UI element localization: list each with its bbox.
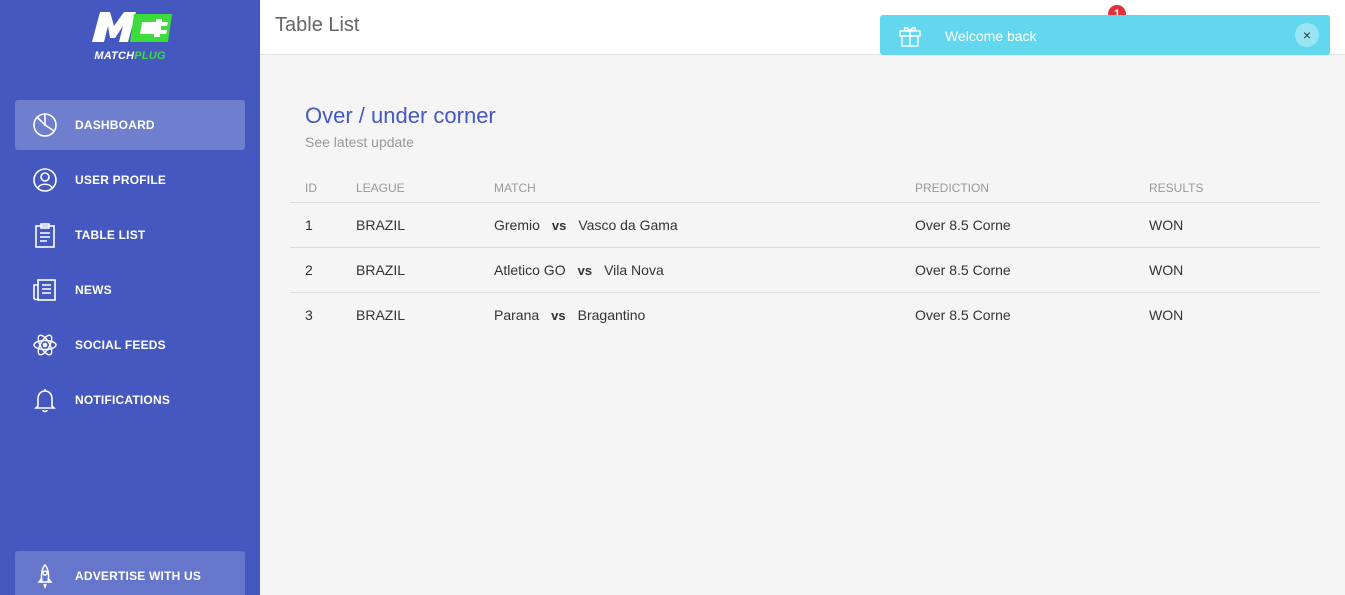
sidebar: MATCHPLUG DASHBOARD USER PROFILE TABLE L…: [0, 0, 260, 595]
away-team: Bragantino: [577, 306, 646, 323]
logo-mark-icon: [92, 12, 172, 42]
bell-icon: [31, 386, 59, 414]
sidebar-item-label: NOTIFICATIONS: [75, 393, 171, 407]
vs-label: vs: [551, 217, 567, 233]
cell-id: 2: [290, 247, 356, 293]
cell-result: WON: [1149, 247, 1320, 293]
toast-message: Welcome back: [945, 28, 1037, 44]
column-header-match: MATCH: [494, 175, 915, 203]
away-team: Vila Nova: [604, 261, 664, 278]
page-title: Table List: [275, 14, 360, 36]
cell-id: 1: [290, 202, 356, 248]
home-team: Atletico GO: [494, 261, 566, 278]
table-row: 3 BRAZIL Parana vs Bragantino Over 8.5 Cor…: [290, 292, 1320, 337]
card-title: Over / under corner: [305, 103, 496, 128]
cell-league: BRAZIL: [356, 247, 494, 293]
advertise-label: ADVERTISE WITH US: [75, 569, 202, 583]
sidebar-item-social-feeds[interactable]: SOCIAL FEEDS: [15, 320, 245, 370]
column-header-results: RESULTS: [1149, 175, 1320, 203]
sidebar-item-news[interactable]: NEWS: [15, 265, 245, 315]
sidebar-item-label: NEWS: [75, 283, 112, 297]
column-header-league: LEAGUE: [356, 175, 494, 203]
rocket-icon: [31, 562, 59, 590]
cell-result: WON: [1149, 306, 1184, 323]
cell-match: Gremio vs Vasco da Gama: [494, 202, 915, 248]
sidebar-item-label: TABLE LIST: [75, 228, 146, 242]
column-header-prediction: PREDICTION: [915, 175, 1149, 203]
sidebar-item-user-profile[interactable]: USER PROFILE: [15, 155, 245, 205]
cell-league: BRAZIL: [356, 202, 494, 248]
gift-icon: [897, 22, 923, 48]
cell-prediction: Over 8.5 Corne: [915, 306, 1011, 323]
cell-league: BRAZIL: [356, 306, 406, 323]
cell-match: Atletico GO vs Vila Nova: [494, 247, 915, 293]
table-header-row: ID LEAGUE MATCH PREDICTION RESULTS: [290, 175, 1320, 203]
welcome-toast: Welcome back ×: [880, 15, 1330, 55]
cell-prediction: Over 8.5 Corne: [915, 202, 1149, 248]
table-row: 2 BRAZIL Atletico GO vs Vila Nova Over 8.5…: [290, 247, 1320, 293]
home-team: Gremio: [494, 216, 540, 233]
sidebar-item-table-list[interactable]: TABLE LIST: [15, 210, 245, 260]
brand-logo[interactable]: MATCHPLUG: [84, 8, 176, 64]
cell-id: 3: [305, 306, 313, 323]
sidebar-item-notifications[interactable]: NOTIFICATIONS: [15, 375, 245, 425]
pie-chart-icon: [31, 111, 59, 139]
brand-wordmark: MATCHPLUG: [94, 50, 166, 62]
newspaper-icon: [31, 276, 59, 304]
close-icon[interactable]: ×: [1295, 23, 1319, 47]
away-team: Vasco da Gama: [578, 216, 678, 233]
home-team: Parana: [494, 306, 540, 323]
atom-icon: [31, 331, 59, 359]
column-header-id: ID: [290, 175, 356, 203]
table-row: 1 BRAZIL Gremio vs Vasco da Gama Over 8.5 …: [290, 202, 1320, 248]
sidebar-item-label: USER PROFILE: [75, 173, 167, 187]
cell-result: WON: [1149, 202, 1320, 248]
advertise-button[interactable]: ADVERTISE WITH US: [15, 551, 245, 595]
sidebar-item-label: SOCIAL FEEDS: [75, 338, 166, 352]
user-icon: [31, 166, 59, 194]
sidebar-item-label: DASHBOARD: [75, 118, 155, 132]
predictions-table: ID LEAGUE MATCH PREDICTION RESULTS 1 BRA…: [290, 175, 1320, 337]
vs-label: vs: [551, 307, 566, 323]
sidebar-nav: DASHBOARD USER PROFILE TABLE LIST NEWS S…: [15, 100, 245, 430]
card-subtitle: See latest update: [305, 134, 414, 150]
cell-prediction: Over 8.5 Corne: [915, 247, 1149, 293]
sidebar-item-dashboard[interactable]: DASHBOARD: [15, 100, 245, 150]
cell-match: Parana vs Bragantino: [494, 292, 915, 337]
vs-label: vs: [577, 262, 593, 278]
clipboard-icon: [31, 221, 59, 249]
